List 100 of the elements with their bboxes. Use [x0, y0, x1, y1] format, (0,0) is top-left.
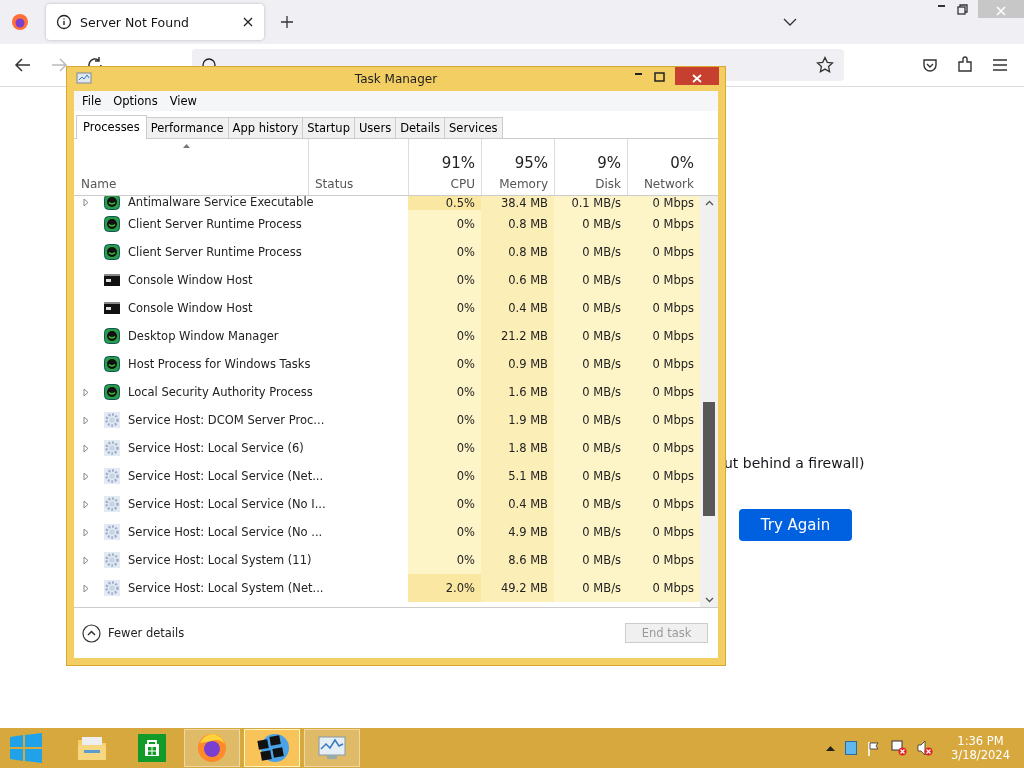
- expand-icon[interactable]: [83, 555, 89, 565]
- square-icon[interactable]: [845, 741, 858, 755]
- minimize-icon[interactable]: [634, 72, 644, 76]
- process-row[interactable]: Host Process for Windows Tasks 0% 0.9 MB 0 MB/s 0 Mbps: [74, 350, 700, 378]
- tab[interactable]: Users: [353, 117, 397, 138]
- process-name: Service Host: Local System (11): [128, 553, 312, 567]
- table-cell: 0.8 MB: [508, 217, 548, 231]
- process-row[interactable]: Service Host: Local System (Net... 2.0% 49.2 MB 0 MB/s 0 Mbps: [74, 574, 700, 602]
- table-cell: 4.9 MB: [508, 525, 548, 539]
- column-label: Network: [643, 177, 694, 191]
- name-column-header[interactable]: Name: [74, 139, 308, 195]
- table-cell: 1.8 MB: [508, 441, 548, 455]
- firefox-icon[interactable]: [11, 13, 29, 31]
- process-name: Local Security Authority Process: [128, 385, 313, 399]
- table-cell: 5.1 MB: [508, 469, 548, 483]
- process-row[interactable]: Service Host: Local Service (6) 0% 1.8 MB 0 MB/s 0 Mbps: [74, 434, 700, 462]
- try-again-button[interactable]: Try Again: [739, 509, 852, 541]
- expand-icon[interactable]: [83, 197, 89, 207]
- process-row[interactable]: Local Security Authority Process 0% 1.6 MB 0 MB/s 0 Mbps: [74, 378, 700, 406]
- table-cell: 0 MB/s: [582, 217, 621, 231]
- table-cell: 0 Mbps: [652, 385, 694, 399]
- process-name: Service Host: DCOM Server Proc...: [128, 413, 325, 427]
- pocket-icon[interactable]: [922, 57, 938, 73]
- column-header[interactable]: 95% Memory: [481, 139, 554, 195]
- process-row[interactable]: Console Window Host 0% 0.4 MB 0 MB/s 0 Mbps: [74, 294, 700, 322]
- windows-start-icon[interactable]: [10, 733, 42, 763]
- network-error-icon[interactable]: [891, 740, 908, 756]
- gear-icon: [104, 440, 120, 456]
- column-label: CPU: [450, 177, 475, 191]
- flag-icon[interactable]: [867, 740, 882, 756]
- process-name: Service Host: Local System (Net...: [128, 581, 324, 595]
- star-icon[interactable]: [816, 56, 834, 74]
- expand-icon[interactable]: [83, 471, 89, 481]
- table-cell: 38.4 MB: [500, 196, 548, 210]
- process-row[interactable]: Console Window Host 0% 0.6 MB 0 MB/s 0 Mbps: [74, 266, 700, 294]
- scrollbar-thumb[interactable]: [703, 401, 715, 517]
- expand-icon[interactable]: [83, 583, 89, 593]
- table-cell: 0 Mbps: [652, 301, 694, 315]
- speaker-muted-icon[interactable]: [917, 740, 934, 756]
- menu-item[interactable]: File: [82, 94, 102, 108]
- expand-icon[interactable]: [83, 415, 89, 425]
- browser-tab[interactable]: Server Not Found: [46, 4, 264, 40]
- process-row[interactable]: Service Host: DCOM Server Proc... 0% 1.9 MB 0 MB/s 0 Mbps: [74, 406, 700, 434]
- menu-icon[interactable]: [992, 58, 1008, 72]
- process-row[interactable]: Client Server Runtime Process 0% 0.8 MB 0 MB/s 0 Mbps: [74, 238, 700, 266]
- scroll-down-icon[interactable]: [704, 597, 714, 603]
- show-hidden-icons-icon[interactable]: [826, 745, 836, 751]
- scrollbar[interactable]: [700, 196, 718, 607]
- column-header[interactable]: 0% Network: [627, 139, 700, 195]
- column-label: Status: [315, 177, 355, 191]
- process-name: Client Server Runtime Process: [128, 245, 302, 259]
- expand-icon[interactable]: [83, 387, 89, 397]
- table-cell: 0 Mbps: [652, 196, 694, 210]
- expand-icon[interactable]: [83, 499, 89, 509]
- table-cell: 0%: [456, 217, 475, 231]
- table-cell: 0 MB/s: [582, 525, 621, 539]
- expand-icon[interactable]: [83, 443, 89, 453]
- fewer-details-button[interactable]: Fewer details: [82, 623, 185, 643]
- process-icon: [104, 328, 120, 344]
- tab[interactable]: Performance: [145, 117, 229, 138]
- table-cell: 0.9 MB: [508, 357, 548, 371]
- back-icon[interactable]: [14, 57, 32, 73]
- scroll-up-icon[interactable]: [704, 200, 714, 206]
- process-name: Host Process for Windows Tasks: [128, 357, 311, 371]
- table-cell: 0%: [456, 525, 475, 539]
- minimize-icon[interactable]: [937, 4, 947, 8]
- folder-icon: [76, 734, 108, 762]
- process-row[interactable]: Service Host: Local Service (No I... 0% 0.4 MB 0 MB/s 0 Mbps: [74, 490, 700, 518]
- maximize-icon[interactable]: [654, 72, 665, 82]
- taskbar-button[interactable]: [244, 729, 300, 767]
- status-column-header[interactable]: Status: [308, 139, 408, 195]
- process-row[interactable]: Service Host: Local System (11) 0% 8.6 MB 0 MB/s 0 Mbps: [74, 546, 700, 574]
- new-tab-icon[interactable]: [280, 15, 294, 29]
- process-name: Service Host: Local Service (6): [128, 441, 304, 455]
- table-cell: 0 Mbps: [652, 217, 694, 231]
- column-header[interactable]: 91% CPU: [408, 139, 481, 195]
- close-icon[interactable]: [242, 16, 254, 28]
- process-row[interactable]: Desktop Window Manager 0% 21.2 MB 0 MB/s 0 Mbps: [74, 322, 700, 350]
- extensions-icon[interactable]: [956, 56, 974, 74]
- table-cell: 0 Mbps: [652, 245, 694, 259]
- process-row[interactable]: Service Host: Local Service (No ... 0% 4.9 MB 0 MB/s 0 Mbps: [74, 518, 700, 546]
- tab[interactable]: Startup: [302, 117, 355, 138]
- tab[interactable]: Details: [395, 117, 446, 138]
- close-button[interactable]: [675, 67, 719, 85]
- process-row[interactable]: Antimalware Service Executable 0.5% 38.4 MB 0.1 MB/s 0 Mbps: [74, 196, 700, 210]
- restore-icon[interactable]: [957, 4, 968, 15]
- tab[interactable]: Processes: [76, 115, 147, 139]
- table-cell: 0 MB/s: [582, 329, 621, 343]
- table-cell: 0 MB/s: [582, 413, 621, 427]
- process-row[interactable]: Service Host: Local Service (Net... 0% 5.1 MB 0 MB/s 0 Mbps: [74, 462, 700, 490]
- table-cell: 0 MB/s: [582, 357, 621, 371]
- tab[interactable]: App history: [227, 117, 304, 138]
- tab[interactable]: Services: [444, 117, 503, 138]
- table-cell: 1.6 MB: [508, 385, 548, 399]
- chevron-down-icon[interactable]: [783, 18, 797, 26]
- column-header[interactable]: 9% Disk: [554, 139, 627, 195]
- menu-item[interactable]: Options: [113, 94, 158, 108]
- process-row[interactable]: Client Server Runtime Process 0% 0.8 MB 0 MB/s 0 Mbps: [74, 210, 700, 238]
- menu-item[interactable]: View: [169, 94, 197, 108]
- expand-icon[interactable]: [83, 527, 89, 537]
